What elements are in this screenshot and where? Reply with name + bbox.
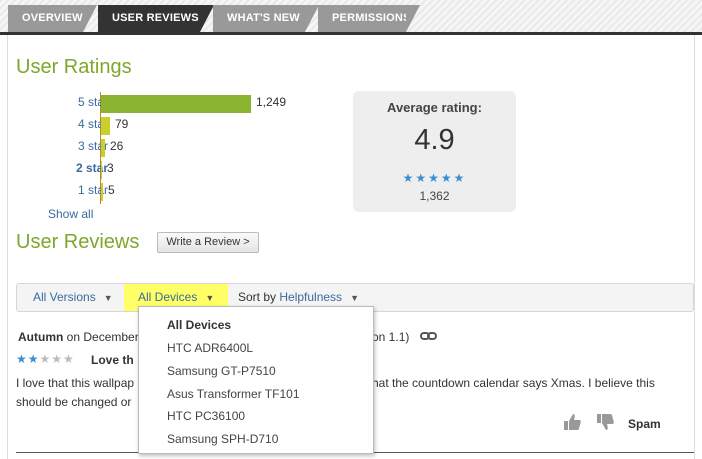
chevron-down-icon: ▼ bbox=[350, 293, 359, 303]
review-date: on December bbox=[66, 330, 139, 344]
sort-prefix-label: Sort by bbox=[238, 290, 277, 304]
review-stars-empty: ★★★ bbox=[39, 352, 75, 366]
review-title: Love th bbox=[91, 353, 134, 367]
versions-filter[interactable]: All Versions ▼ bbox=[33, 284, 113, 311]
review-body-line-1a: I love that this wallpap bbox=[16, 376, 135, 390]
write-review-button[interactable]: Write a Review > bbox=[157, 232, 259, 253]
total-ratings-count: 1,362 bbox=[419, 189, 450, 203]
review-author-line: Autumn on December bbox=[18, 330, 139, 344]
rating-row-4: 4 star 79 bbox=[20, 115, 340, 135]
devices-dropdown-menu: All Devices HTC ADR6400L Samsung GT-P751… bbox=[138, 306, 374, 454]
rating-count-4: 79 bbox=[115, 117, 129, 131]
show-all-link[interactable]: Show all bbox=[48, 207, 93, 221]
dropdown-item-samsung-sph-d710[interactable]: Samsung SPH-D710 bbox=[167, 432, 278, 446]
review-body-line-2: should be changed or bbox=[16, 395, 132, 409]
rating-bar-4 bbox=[101, 117, 110, 135]
average-stars-icon: ★★★★★ bbox=[402, 171, 467, 185]
rating-count-5: 1,249 bbox=[256, 95, 287, 109]
rating-count-3: 26 bbox=[110, 139, 124, 153]
review-stars-icon: ★★★★★ bbox=[16, 352, 75, 366]
chevron-down-icon: ▼ bbox=[103, 293, 113, 303]
dropdown-item-all-devices[interactable]: All Devices bbox=[167, 318, 231, 332]
rating-bar-1 bbox=[101, 183, 103, 201]
user-reviews-heading: User Reviews bbox=[16, 231, 140, 253]
average-rating-value: 4.9 bbox=[414, 124, 455, 156]
rating-count-1: 5 bbox=[108, 183, 115, 197]
tab-user-reviews[interactable]: USER REVIEWS bbox=[98, 5, 214, 32]
devices-filter-label: All Devices bbox=[138, 290, 198, 304]
thumbs-up-icon[interactable] bbox=[562, 413, 582, 431]
versions-filter-label: All Versions bbox=[33, 290, 96, 304]
thumbs-down-icon[interactable] bbox=[595, 413, 615, 431]
rating-row-2: 2 star 3 bbox=[20, 159, 340, 179]
tab-bar-underline bbox=[0, 32, 702, 35]
review-author-name[interactable]: Autumn bbox=[18, 330, 63, 344]
rating-bar-5 bbox=[101, 95, 251, 113]
dropdown-item-htc-adr6400l[interactable]: HTC ADR6400L bbox=[167, 341, 253, 355]
sort-value-label: Helpfulness bbox=[279, 290, 343, 304]
rating-label-1-star[interactable]: 1 star bbox=[78, 183, 108, 197]
content-left-border bbox=[7, 35, 8, 459]
rating-row-5: 5 star 1,249 bbox=[20, 93, 340, 113]
average-rating-box: Average rating: 4.9 ★★★★★ 1,362 bbox=[353, 91, 516, 212]
rating-row-3: 3 star 26 bbox=[20, 137, 340, 157]
rating-count-2: 3 bbox=[107, 161, 114, 175]
rating-bar-3 bbox=[101, 139, 105, 157]
tab-whats-new[interactable]: WHAT'S NEW bbox=[213, 5, 319, 32]
dropdown-item-samsung-gt-p7510[interactable]: Samsung GT-P7510 bbox=[167, 364, 276, 378]
link-icon[interactable] bbox=[420, 330, 437, 342]
tab-overview[interactable]: OVERVIEW bbox=[8, 5, 97, 32]
dropdown-item-htc-pc36100[interactable]: HTC PC36100 bbox=[167, 409, 245, 423]
average-rating-title: Average rating: bbox=[387, 100, 482, 115]
rating-bar-2 bbox=[101, 161, 102, 179]
review-stars-filled: ★★ bbox=[16, 352, 40, 366]
tab-permissions[interactable]: PERMISSIONS bbox=[318, 5, 420, 32]
review-body-line-1b: hat the countdown calendar says Xmas. I … bbox=[372, 376, 655, 390]
chevron-down-icon: ▼ bbox=[205, 293, 215, 303]
rating-label-2-star[interactable]: 2 star bbox=[76, 161, 108, 175]
review-version: on 1.1) bbox=[372, 330, 410, 344]
rating-row-1: 1 star 5 bbox=[20, 181, 340, 201]
spam-link[interactable]: Spam bbox=[628, 417, 661, 431]
user-ratings-heading: User Ratings bbox=[16, 56, 132, 78]
dropdown-item-asus-transformer-tf101[interactable]: Asus Transformer TF101 bbox=[167, 387, 300, 401]
content-right-border bbox=[694, 35, 695, 459]
